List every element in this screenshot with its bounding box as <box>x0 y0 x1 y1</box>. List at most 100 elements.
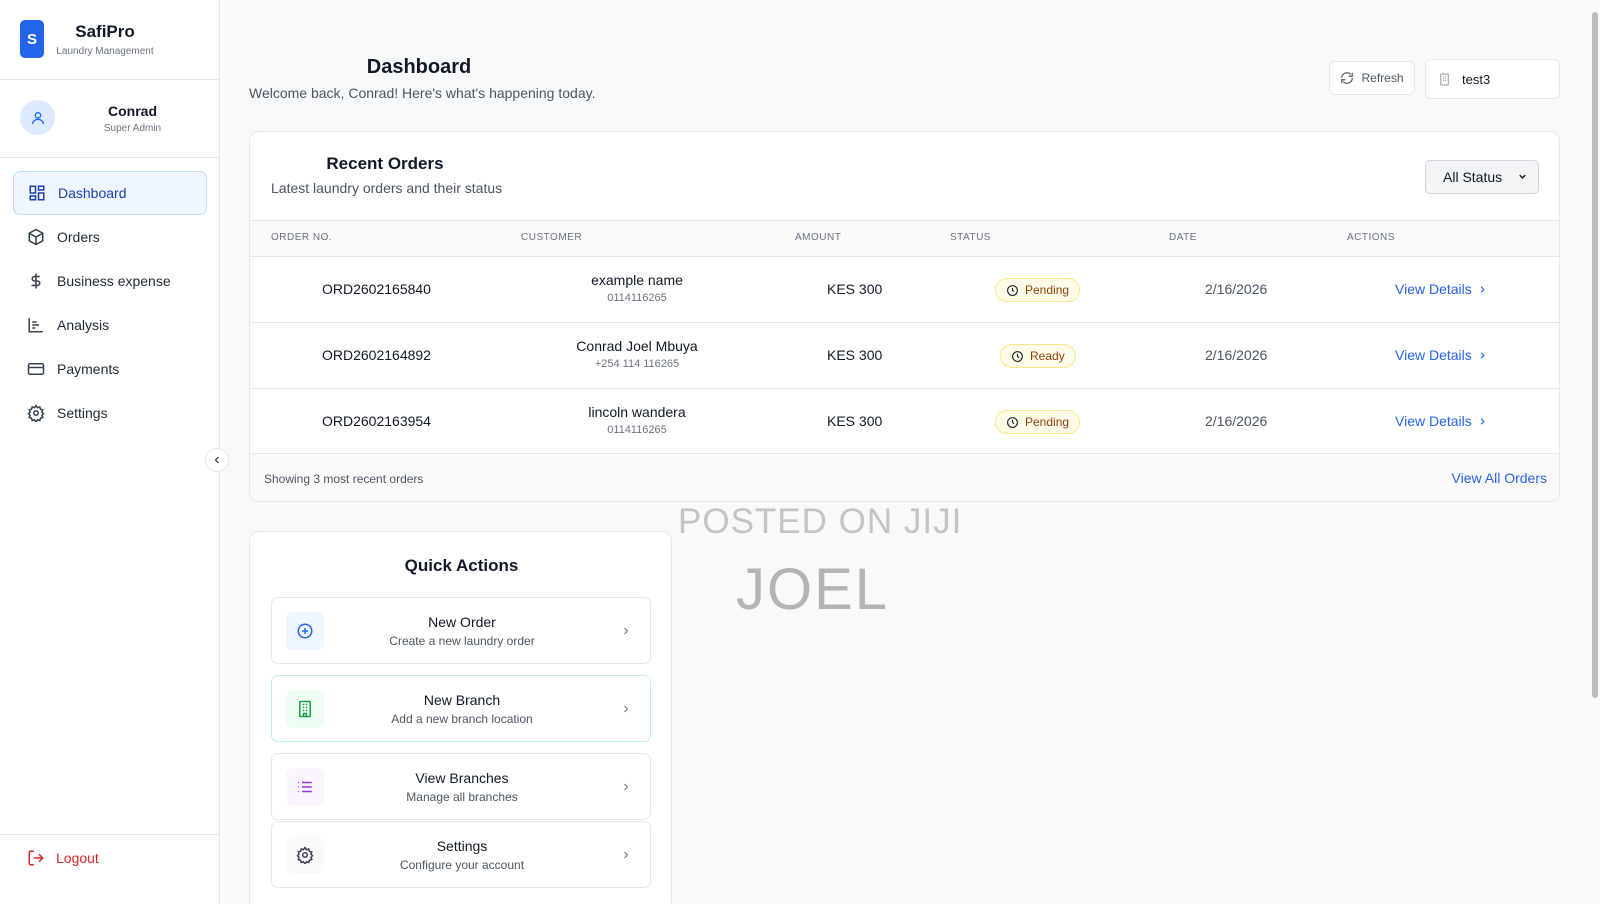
customer-phone: +254 114 116265 <box>594 358 680 370</box>
settings-button[interactable]: Settings Configure your account <box>271 821 651 888</box>
plus-circle-icon <box>286 612 324 650</box>
user-icon <box>30 110 46 126</box>
list-icon <box>286 768 324 806</box>
order-number: ORD2602165840 <box>322 281 431 297</box>
scrollbar-thumb[interactable] <box>1592 12 1598 698</box>
brand-subtitle: Laundry Management <box>56 46 154 57</box>
bar-chart-icon <box>27 316 45 334</box>
user-profile: Conrad Super Admin <box>0 80 219 158</box>
building-icon <box>286 690 324 728</box>
sidebar-item-dashboard[interactable]: Dashboard <box>13 171 207 215</box>
view-details-label: View Details <box>1395 281 1472 297</box>
status-filter-select[interactable]: All Status <box>1425 160 1539 194</box>
sidebar-item-label: Payments <box>57 361 120 377</box>
customer-phone: 0114116265 <box>607 424 667 436</box>
order-amount: KES 300 <box>827 281 883 297</box>
chevron-down-icon <box>1517 171 1528 182</box>
quick-action-description: Add a new branch location <box>391 712 533 726</box>
orders-table-footer: Showing 3 most recent orders View All Or… <box>250 453 1559 501</box>
chevron-right-icon <box>1477 416 1488 427</box>
column-header-amount: AMOUNT <box>795 232 842 243</box>
sidebar-item-payments[interactable]: Payments <box>13 347 207 391</box>
chevron-right-icon <box>620 625 632 637</box>
status-filter-value: All Status <box>1443 169 1503 185</box>
brand-logo[interactable]: S <box>20 20 44 58</box>
customer-name: Conrad Joel Mbuya <box>576 338 698 354</box>
order-date: 2/16/2026 <box>1205 413 1268 429</box>
grid-icon <box>28 184 46 202</box>
credit-card-icon <box>27 360 45 378</box>
orders-table-header: ORDER NO. CUSTOMER AMOUNT STATUS DATE AC… <box>250 220 1559 256</box>
customer-name: example name <box>591 272 683 288</box>
logout-label: Logout <box>56 850 99 866</box>
chevron-right-icon <box>620 703 632 715</box>
view-branches-button[interactable]: View Branches Manage all branches <box>271 753 651 820</box>
quick-action-description: Manage all branches <box>406 790 518 804</box>
order-number: ORD2602163954 <box>322 413 431 429</box>
avatar <box>20 100 55 135</box>
branch-selector[interactable]: test3 <box>1425 59 1560 99</box>
logout-section: Logout <box>0 834 220 904</box>
gear-icon <box>286 836 324 874</box>
sidebar-item-label: Analysis <box>57 317 110 333</box>
quick-action-label: Settings <box>436 838 488 854</box>
status-label: Pending <box>1025 415 1070 429</box>
sidebar-item-business-expense[interactable]: Business expense <box>13 259 207 303</box>
building-icon <box>1438 73 1451 86</box>
collapse-sidebar-button[interactable] <box>205 448 229 472</box>
table-row: ORD2602163954 lincoln wandera 0114116265… <box>250 388 1559 454</box>
chevron-right-icon <box>620 849 632 861</box>
status-badge: Pending <box>995 278 1081 302</box>
chevron-right-icon <box>1477 350 1488 361</box>
quick-action-label: New Order <box>428 614 496 630</box>
chevron-right-icon <box>620 781 632 793</box>
refresh-button[interactable]: Refresh <box>1329 61 1415 95</box>
orders-count-text: Showing 3 most recent orders <box>264 472 424 486</box>
view-all-orders-link[interactable]: View All Orders <box>1452 470 1547 486</box>
recent-orders-subtitle: Latest laundry orders and their status <box>271 180 503 196</box>
order-date: 2/16/2026 <box>1205 347 1268 363</box>
column-header-order-no: ORDER NO. <box>271 232 333 243</box>
sidebar-item-orders[interactable]: Orders <box>13 215 207 259</box>
sidebar-item-label: Dashboard <box>58 185 127 201</box>
status-badge: Ready <box>1000 344 1076 368</box>
view-details-link[interactable]: View Details <box>1395 413 1488 429</box>
customer-name: lincoln wandera <box>588 404 686 420</box>
clock-icon <box>1011 350 1024 363</box>
column-header-actions: ACTIONS <box>1347 232 1395 243</box>
table-row: ORD2602165840 example name 0114116265 KE… <box>250 256 1559 322</box>
package-icon <box>27 228 45 246</box>
refresh-icon <box>1340 71 1354 85</box>
view-details-label: View Details <box>1395 413 1472 429</box>
brand-name: SafiPro <box>75 22 135 41</box>
chevron-left-icon <box>211 454 223 466</box>
watermark-line-1: POSTED ON JIJI <box>678 502 963 541</box>
quick-actions-card: Quick Actions New Order Create a new lau… <box>249 531 672 904</box>
column-header-status: STATUS <box>950 232 991 243</box>
quick-action-description: Configure your account <box>399 858 525 872</box>
view-details-link[interactable]: View Details <box>1395 281 1488 297</box>
page-subtitle: Welcome back, Conrad! Here's what's happ… <box>249 85 596 101</box>
logout-icon <box>27 849 45 867</box>
quick-actions-title: Quick Actions <box>404 556 519 575</box>
quick-action-label: New Branch <box>423 692 501 708</box>
sidebar-nav: Dashboard Orders Business expense Analys… <box>13 171 207 435</box>
refresh-label: Refresh <box>1361 71 1404 85</box>
order-number: ORD2602164892 <box>322 347 431 363</box>
sidebar-item-analysis[interactable]: Analysis <box>13 303 207 347</box>
customer-phone: 0114116265 <box>607 292 667 304</box>
gear-icon <box>27 404 45 422</box>
chevron-right-icon <box>1477 284 1488 295</box>
column-header-date: DATE <box>1169 232 1197 243</box>
table-row: ORD2602164892 Conrad Joel Mbuya +254 114… <box>250 322 1559 388</box>
order-amount: KES 300 <box>827 413 883 429</box>
status-label: Ready <box>1030 349 1065 363</box>
logout-button[interactable]: Logout <box>27 849 99 867</box>
new-branch-button[interactable]: New Branch Add a new branch location <box>271 675 651 742</box>
clock-icon <box>1006 284 1019 297</box>
page-scrollbar[interactable] <box>1590 0 1600 904</box>
new-order-button[interactable]: New Order Create a new laundry order <box>271 597 651 664</box>
sidebar-item-label: Orders <box>57 229 100 245</box>
sidebar-item-settings[interactable]: Settings <box>13 391 207 435</box>
view-details-link[interactable]: View Details <box>1395 347 1488 363</box>
